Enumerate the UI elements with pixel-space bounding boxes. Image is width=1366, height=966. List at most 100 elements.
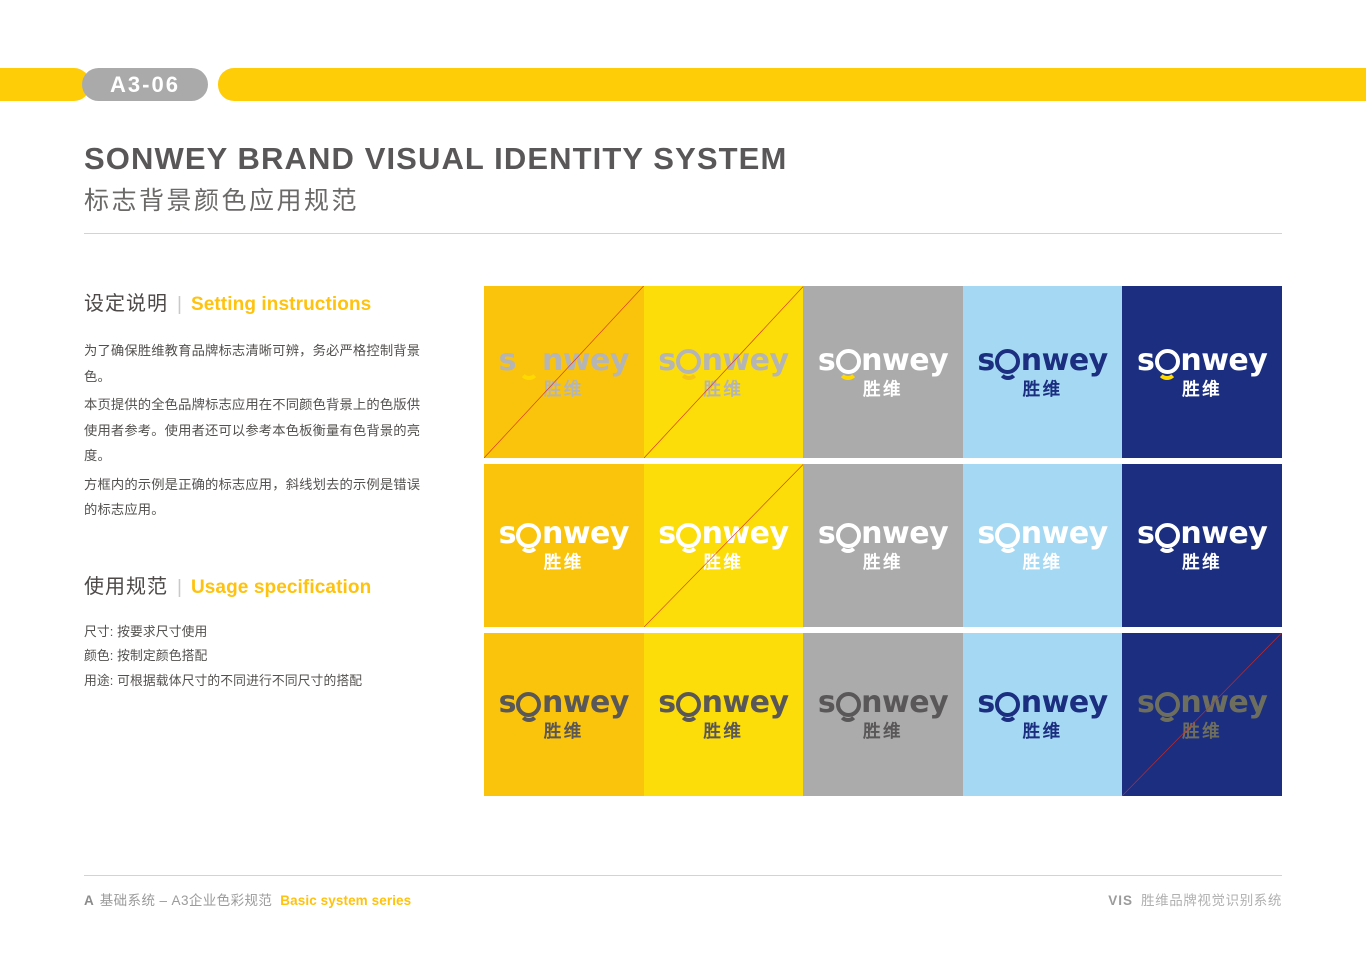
logo-wordmark: s nwey — [817, 685, 949, 723]
smiley-o-icon — [1154, 691, 1180, 723]
logo-wordmark: s nwey — [498, 685, 629, 723]
logo-wordmark-prefix: s — [817, 685, 836, 721]
smiley-o-icon — [1154, 522, 1180, 554]
usage-specification-heading-en: Usage specification — [190, 576, 372, 598]
logo-chinese-name: 胜维 — [703, 552, 744, 573]
smiley-o-icon — [676, 691, 702, 723]
sonwey-logo: s nwey 胜维 — [658, 342, 789, 399]
logo-smile-arc — [838, 369, 859, 380]
sonwey-logo: s nwey 胜维 — [1137, 342, 1268, 399]
logo-chinese-name: 胜维 — [703, 721, 744, 742]
vis-guideline-page: A3-06 SONWEY BRAND VISUAL IDENTITY SYSTE… — [0, 0, 1366, 966]
logo-wordmark-prefix: s — [658, 516, 676, 552]
logo-background-swatch: s nwey 胜维 — [484, 464, 644, 627]
footer-left: A 基础系统 – A3企业色彩规范 Basic system series — [84, 889, 411, 909]
page-code-badge: A3-06 — [82, 68, 208, 101]
left-text-column: 设定说明 | Setting instructions 为了确保胜维教育品牌标志… — [84, 287, 424, 693]
logo-smile-arc — [997, 369, 1018, 380]
logo-chinese-name: 胜维 — [1022, 552, 1063, 573]
smiley-o-icon — [1154, 349, 1180, 380]
logo-wordmark: s nwey — [498, 342, 629, 380]
logo-wordmark-suffix: nwey — [1180, 685, 1268, 721]
logo-wordmark: s nwey — [1137, 516, 1268, 554]
logo-smile-arc — [1157, 542, 1178, 554]
smiley-o-icon — [676, 349, 702, 380]
logo-wordmark-suffix: nwey — [1180, 516, 1268, 552]
logo-wordmark: s nwey — [818, 516, 949, 554]
smiley-o-icon — [516, 349, 541, 380]
header-bar-left-segment — [0, 68, 90, 101]
logo-wordmark-prefix: s — [977, 685, 995, 721]
logo-grid-row: s nwey 胜维 s nwey 胜维 s nwey 胜维 s nwey 胜维 s nwey 胜维 — [484, 286, 1282, 458]
logo-smile-arc — [1157, 711, 1178, 723]
footer-right: VIS 胜维品牌视觉识别系统 — [1108, 889, 1282, 909]
logo-wordmark-suffix: nwey — [1180, 342, 1268, 378]
logo-wordmark: s nwey — [1137, 685, 1268, 723]
logo-wordmark: s nwey — [817, 342, 949, 380]
footer-left-cn: 基础系统 – A3企业色彩规范 — [99, 893, 273, 908]
smiley-o-icon — [995, 522, 1021, 554]
logo-wordmark-prefix: s — [817, 342, 836, 378]
logo-chinese-name: 胜维 — [1182, 552, 1223, 573]
setting-instructions-heading: 设定说明 | Setting instructions — [84, 287, 424, 316]
logo-background-swatch: s nwey 胜维 — [1122, 464, 1282, 627]
logo-wordmark: s nwey — [658, 342, 789, 380]
footer-divider — [84, 875, 1282, 876]
heading-separator: | — [177, 576, 182, 598]
sonwey-logo: s nwey 胜维 — [1137, 685, 1268, 741]
logo-background-swatch: s nwey 胜维 — [1122, 286, 1282, 458]
logo-smile-arc — [997, 711, 1018, 723]
sonwey-logo: s nwey 胜维 — [977, 342, 1108, 399]
logo-wordmark-suffix: nwey — [541, 685, 629, 721]
logo-wordmark: s nwey — [658, 685, 789, 723]
logo-wordmark-prefix: s — [498, 342, 517, 378]
logo-wordmark-suffix: nwey — [1020, 516, 1108, 552]
logo-smile-arc — [997, 542, 1018, 554]
logo-smile-arc — [838, 542, 859, 554]
smiley-o-icon — [516, 691, 542, 723]
footer-left-en: Basic system series — [280, 893, 412, 908]
logo-background-swatch: s nwey 胜维 — [962, 286, 1123, 458]
logo-background-swatch: s nwey 胜维 — [484, 633, 644, 796]
logo-wordmark-suffix: nwey — [861, 685, 949, 721]
logo-smile-arc — [518, 711, 539, 723]
logo-smile-arc — [838, 711, 859, 723]
logo-wordmark-prefix: s — [1137, 685, 1155, 721]
sonwey-logo: s nwey 胜维 — [498, 342, 630, 399]
logo-wordmark: s nwey — [977, 516, 1108, 554]
logo-background-swatch: s nwey 胜维 — [484, 286, 644, 458]
logo-wordmark: s nwey — [499, 519, 629, 554]
footer-vis-label: VIS — [1108, 893, 1133, 908]
sonwey-logo: s nwey 胜维 — [658, 516, 789, 573]
logo-wordmark-suffix: nwey — [701, 342, 789, 378]
logo-background-swatch: s nwey 胜维 — [643, 464, 804, 627]
logo-wordmark: s nwey — [1137, 342, 1268, 380]
logo-wordmark-suffix: nwey — [861, 516, 949, 552]
logo-wordmark-suffix: nwey — [1020, 342, 1108, 378]
logo-background-swatch: s nwey 胜维 — [643, 633, 804, 796]
page-title: SONWEY BRAND VISUAL IDENTITY SYSTEM 标志背景… — [84, 140, 1284, 217]
heading-separator: | — [177, 294, 182, 315]
logo-chinese-name: 胜维 — [1022, 378, 1063, 399]
header-bar-right-segment — [218, 68, 1366, 101]
sonwey-logo: s nwey 胜维 — [977, 516, 1108, 573]
logo-grid-row: s nwey 胜维 s nwey 胜维 s nwey 胜维 s nwey 胜维 s nwey 胜维 — [484, 633, 1282, 796]
logo-smile-arc — [678, 711, 699, 723]
logo-wordmark-suffix: nwey — [1020, 685, 1108, 721]
setting-instructions-section: 设定说明 | Setting instructions 为了确保胜维教育品牌标志… — [84, 287, 424, 523]
logo-wordmark-prefix: s — [658, 685, 676, 721]
setting-paragraph: 本页提供的全色品牌标志应用在不同颜色背景上的色版供使用者参考。使用者还可以参考本… — [84, 397, 421, 464]
logo-smile-arc — [518, 369, 539, 380]
logo-wordmark-suffix: nwey — [701, 516, 789, 552]
sonwey-logo: s nwey 胜维 — [1137, 516, 1268, 573]
page-title-cn: 标志背景颜色应用规范 — [84, 186, 360, 215]
usage-specification-section: 使用规范 | Usage specification 尺寸: 按要求尺寸使用 颜… — [84, 570, 424, 694]
logo-chinese-name: 胜维 — [543, 721, 584, 742]
usage-specification-heading-cn: 使用规范 — [84, 575, 168, 598]
smiley-o-icon — [995, 349, 1021, 380]
sonwey-logo: s nwey 胜维 — [817, 685, 949, 741]
logo-wordmark-prefix: s — [977, 516, 995, 552]
logo-wordmark-prefix: s — [498, 685, 517, 721]
logo-chinese-name: 胜维 — [862, 552, 903, 573]
setting-instructions-heading-cn: 设定说明 — [84, 293, 168, 315]
